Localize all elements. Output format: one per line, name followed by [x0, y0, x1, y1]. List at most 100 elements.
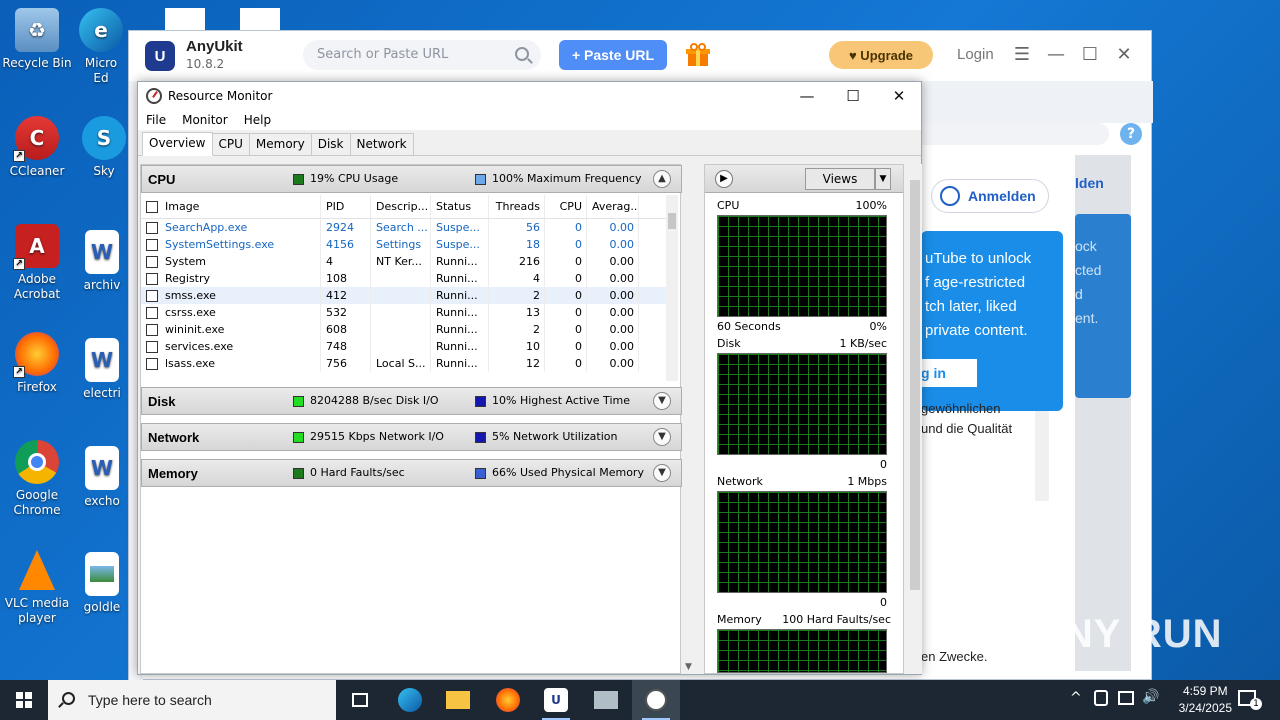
select-all-checkbox[interactable] — [146, 200, 158, 213]
row-checkbox[interactable] — [146, 272, 158, 285]
firefox-icon[interactable]: ↗ Firefox — [0, 332, 74, 395]
tab-cpu[interactable]: CPU — [211, 133, 250, 155]
col-status[interactable]: Status — [431, 195, 489, 218]
edge-shortcut-icon[interactable]: e Micro Ed — [76, 8, 126, 86]
tab-memory[interactable]: Memory — [248, 133, 312, 155]
google-chrome-icon[interactable]: Google Chrome — [0, 440, 74, 518]
archive-doc-icon[interactable]: W archiv — [76, 230, 128, 293]
anyukit-taskbar-icon[interactable]: U — [532, 680, 580, 720]
chevron-up-icon[interactable]: ^ — [1070, 690, 1082, 706]
minimize-icon[interactable]: — — [1044, 43, 1068, 67]
anmelden-button[interactable]: Anmelden — [931, 179, 1049, 213]
col-cpu[interactable]: CPU — [545, 195, 587, 218]
chevron-down-icon[interactable]: ▼ — [653, 392, 671, 410]
vlc-icon[interactable]: VLC media player — [0, 548, 74, 626]
chevron-right-icon[interactable]: ▶ — [715, 170, 733, 188]
network-taskbar-icon[interactable] — [582, 680, 630, 720]
chevron-down-icon[interactable]: ▼ — [653, 428, 671, 446]
url-search-input[interactable]: Search or Paste URL — [303, 40, 541, 70]
menu-file[interactable]: File — [146, 110, 166, 130]
page-scrollbar[interactable] — [1035, 411, 1049, 501]
help-icon[interactable]: ? — [1120, 123, 1142, 145]
browser-url-bar[interactable] — [909, 123, 1109, 145]
row-checkbox[interactable] — [146, 255, 158, 268]
hamburger-menu-icon[interactable]: ☰ — [1010, 43, 1034, 67]
tab-network[interactable]: Network — [349, 133, 414, 155]
scrollbar-thumb[interactable] — [910, 180, 920, 590]
recycle-bin-icon[interactable]: ♻ Recycle Bin — [0, 8, 74, 71]
close-icon[interactable]: ✕ — [876, 84, 922, 108]
views-dropdown-icon[interactable]: ▼ — [875, 168, 891, 190]
memory-section-header[interactable]: Memory 0 Hard Faults/sec 66% Used Physic… — [141, 459, 682, 487]
views-button[interactable]: Views — [805, 168, 875, 190]
maximize-icon[interactable]: ☐ — [1078, 43, 1102, 67]
gift-icon[interactable] — [685, 42, 711, 68]
menu-monitor[interactable]: Monitor — [182, 110, 228, 130]
login-link[interactable]: Login — [957, 46, 994, 63]
row-checkbox[interactable] — [146, 221, 158, 234]
overview-scrollbar[interactable]: ▼ — [683, 164, 697, 674]
table-scrollbar[interactable] — [666, 195, 678, 381]
cell-avg: 0.00 — [587, 355, 639, 372]
goldle-file-icon[interactable]: goldle — [76, 552, 128, 615]
maximize-icon[interactable]: ☐ — [830, 84, 876, 108]
tab-disk[interactable]: Disk — [310, 133, 351, 155]
scrollbar-thumb[interactable] — [668, 213, 676, 229]
col-description[interactable]: Descrip... — [371, 195, 431, 218]
anmelden-fragment[interactable]: lden — [1075, 175, 1104, 191]
taskbar-search-box[interactable]: Type here to search — [48, 680, 336, 720]
task-view-icon[interactable] — [336, 680, 384, 720]
edge-taskbar-icon[interactable] — [386, 680, 434, 720]
cpu-section-header[interactable]: CPU 19% CPU Usage 100% Maximum Frequency… — [141, 165, 682, 193]
network-section-header[interactable]: Network 29515 Kbps Network I/O 5% Networ… — [141, 423, 682, 451]
electric-doc-icon[interactable]: W electri — [76, 338, 128, 401]
start-button[interactable] — [0, 680, 48, 720]
volume-icon[interactable]: 🔊 — [1142, 689, 1159, 705]
clock[interactable]: 4:59 PM 3/24/2025 — [1179, 683, 1232, 717]
usb-icon[interactable] — [1094, 690, 1108, 706]
table-row[interactable]: SearchApp.exe 2924 Search ... Suspe... 56 0 0.… — [141, 219, 671, 236]
row-checkbox[interactable] — [146, 340, 158, 353]
table-row[interactable]: Registry 108 Runni... 4 0 0.00 — [141, 270, 671, 287]
firefox-taskbar-icon[interactable] — [484, 680, 532, 720]
col-average[interactable]: Averag... — [587, 195, 639, 218]
desktop-icon-label: Firefox — [17, 380, 57, 394]
ccleaner-icon[interactable]: C ↗ CCleaner — [0, 116, 74, 179]
table-row[interactable]: services.exe 748 Runni... 10 0 0.00 — [141, 338, 671, 355]
adobe-acrobat-icon[interactable]: A ↗ Adobe Acrobat — [0, 224, 74, 302]
col-image[interactable]: Image — [141, 195, 321, 218]
skype-icon[interactable]: S Sky — [80, 116, 128, 179]
doc-icon-partial-2[interactable] — [240, 8, 280, 32]
row-checkbox[interactable] — [146, 289, 158, 302]
col-threads[interactable]: Threads — [489, 195, 545, 218]
resource-monitor-taskbar-icon[interactable] — [632, 680, 680, 720]
row-checkbox[interactable] — [146, 323, 158, 336]
minimize-icon[interactable]: — — [784, 84, 830, 108]
network-tray-icon[interactable] — [1118, 691, 1134, 705]
tooltip-login-button[interactable]: g in — [921, 359, 977, 387]
table-row[interactable]: smss.exe 412 Runni... 2 0 0.00 — [141, 287, 671, 304]
scroll-down-icon[interactable]: ▼ — [685, 662, 692, 672]
menu-help[interactable]: Help — [244, 110, 271, 130]
table-row[interactable]: System 4 NT Ker... Runni... 216 0 0.00 — [141, 253, 671, 270]
paste-url-button[interactable]: + Paste URL — [559, 40, 667, 70]
upgrade-button[interactable]: ♥ Upgrade — [829, 41, 933, 69]
table-row[interactable]: lsass.exe 756 Local S... Runni... 12 0 0.00 — [141, 355, 671, 372]
doc-icon-partial[interactable] — [165, 8, 205, 32]
col-pid[interactable]: PID — [321, 195, 371, 218]
chevron-up-icon[interactable]: ▲ — [653, 170, 671, 188]
graphs-scrollbar[interactable] — [908, 164, 922, 674]
tab-overview[interactable]: Overview — [142, 132, 213, 156]
table-row[interactable]: SystemSettings.exe 4156 Settings Suspe... 18… — [141, 236, 671, 253]
excho-doc-icon[interactable]: W excho — [76, 446, 128, 509]
row-checkbox[interactable] — [146, 306, 158, 319]
row-checkbox[interactable] — [146, 357, 158, 370]
file-explorer-icon[interactable] — [434, 680, 482, 720]
table-row[interactable]: wininit.exe 608 Runni... 2 0 0.00 — [141, 321, 671, 338]
disk-section-header[interactable]: Disk 8204288 B/sec Disk I/O 10% Highest … — [141, 387, 682, 415]
search-icon[interactable] — [515, 47, 529, 61]
chevron-down-icon[interactable]: ▼ — [653, 464, 671, 482]
table-row[interactable]: csrss.exe 532 Runni... 13 0 0.00 — [141, 304, 671, 321]
row-checkbox[interactable] — [146, 238, 158, 251]
close-icon[interactable]: ✕ — [1112, 43, 1136, 67]
